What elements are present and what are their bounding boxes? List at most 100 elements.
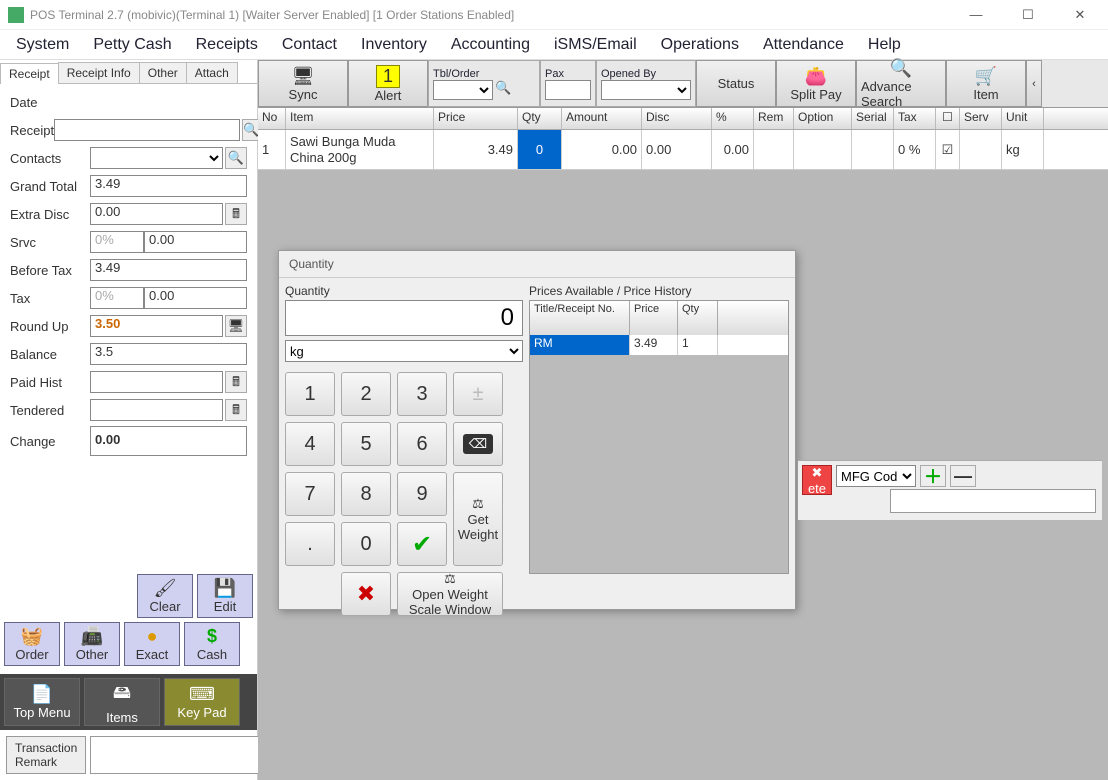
adv-search-label: Advance Search: [861, 79, 941, 109]
key-ok[interactable]: ✔: [397, 522, 447, 566]
menu-inventory[interactable]: Inventory: [361, 36, 427, 54]
menu-receipts[interactable]: Receipts: [196, 36, 258, 54]
key-backspace[interactable]: ⌫: [453, 422, 503, 466]
open-scale-button[interactable]: ⚖Open Weight Scale Window: [397, 572, 503, 616]
key-plusminus[interactable]: ±: [453, 372, 503, 416]
mfg-remove-button[interactable]: —: [950, 465, 976, 487]
status-button[interactable]: Status: [696, 60, 776, 107]
pax-input[interactable]: [545, 80, 591, 100]
col-tax[interactable]: Tax: [894, 108, 936, 129]
toolbar-expand[interactable]: ‹: [1026, 60, 1042, 107]
key-7[interactable]: 7: [285, 472, 335, 516]
key-pad-button[interactable]: ⌨Key Pad: [164, 678, 240, 726]
tab-receipt[interactable]: Receipt: [0, 63, 59, 84]
pt-cell-qty[interactable]: 1: [678, 335, 718, 355]
mfg-add-button[interactable]: ＋: [920, 465, 946, 487]
key-0[interactable]: 0: [341, 522, 391, 566]
menu-help[interactable]: Help: [868, 36, 901, 54]
menu-accounting[interactable]: Accounting: [451, 36, 530, 54]
items-button[interactable]: 🖴Items: [84, 678, 160, 726]
menu-operations[interactable]: Operations: [661, 36, 739, 54]
cell-check[interactable]: ☑: [936, 130, 960, 169]
tendered-value[interactable]: [90, 399, 223, 421]
minimize-button[interactable]: —: [956, 1, 996, 29]
tbl-search-icon[interactable]: 🔍: [495, 80, 515, 100]
col-item[interactable]: Item: [286, 108, 434, 129]
col-unit[interactable]: Unit: [1002, 108, 1044, 129]
alert-button[interactable]: 1Alert: [348, 60, 428, 107]
edit-button[interactable]: 💾Edit: [197, 574, 253, 618]
qty-dialog-title: Quantity: [279, 251, 795, 278]
pt-col-price[interactable]: Price: [630, 301, 678, 335]
calc-icon[interactable]: 🖩: [225, 203, 247, 225]
key-8[interactable]: 8: [341, 472, 391, 516]
contacts-search-icon[interactable]: 🔍: [225, 147, 247, 169]
col-rem[interactable]: Rem: [754, 108, 794, 129]
receipt-input[interactable]: [54, 119, 240, 141]
tab-other[interactable]: Other: [139, 62, 187, 83]
calc-icon-2[interactable]: 🖩: [225, 371, 247, 393]
col-check[interactable]: ☐: [936, 108, 960, 129]
key-2[interactable]: 2: [341, 372, 391, 416]
contacts-combo[interactable]: [90, 147, 223, 169]
key-cancel[interactable]: ✖: [341, 572, 391, 616]
split-pay-button[interactable]: 👛Split Pay: [776, 60, 856, 107]
opened-by-combo[interactable]: [601, 80, 691, 100]
key-5[interactable]: 5: [341, 422, 391, 466]
col-serial[interactable]: Serial: [852, 108, 894, 129]
pt-col-qty[interactable]: Qty: [678, 301, 718, 335]
key-dot[interactable]: .: [285, 522, 335, 566]
exact-button[interactable]: ●Exact: [124, 622, 180, 666]
col-no[interactable]: No: [258, 108, 286, 129]
calc-icon-3[interactable]: 🖩: [225, 399, 247, 421]
tbl-order-combo[interactable]: [433, 80, 493, 100]
mfg-code-combo[interactable]: MFG Cod: [836, 465, 916, 487]
col-option[interactable]: Option: [794, 108, 852, 129]
qty-group-label: Quantity: [285, 284, 523, 298]
maximize-button[interactable]: ☐: [1008, 1, 1048, 29]
key-6[interactable]: 6: [397, 422, 447, 466]
col-price[interactable]: Price: [434, 108, 518, 129]
item-button[interactable]: 🛒Item: [946, 60, 1026, 107]
qty-unit-combo[interactable]: kg: [285, 340, 523, 362]
col-qty[interactable]: Qty: [518, 108, 562, 129]
top-menu-button[interactable]: 📄Top Menu: [4, 678, 80, 726]
receipt-panel: Receipt Receipt Info Other Attach Date R…: [0, 60, 258, 780]
order-button[interactable]: 🧺Order: [4, 622, 60, 666]
pt-cell-price[interactable]: 3.49: [630, 335, 678, 355]
col-disc[interactable]: Disc: [642, 108, 712, 129]
close-button[interactable]: ✕: [1060, 1, 1100, 29]
col-amount[interactable]: Amount: [562, 108, 642, 129]
qty-input[interactable]: [285, 300, 523, 336]
cash-button[interactable]: $Cash: [184, 622, 240, 666]
menu-isms-email[interactable]: iSMS/Email: [554, 36, 637, 54]
key-3[interactable]: 3: [397, 372, 447, 416]
menu-petty-cash[interactable]: Petty Cash: [93, 36, 171, 54]
transaction-remark-button[interactable]: Transaction Remark: [6, 736, 86, 774]
cell-serv: [960, 130, 1002, 169]
key-4[interactable]: 4: [285, 422, 335, 466]
key-1[interactable]: 1: [285, 372, 335, 416]
cell-qty[interactable]: 0: [518, 130, 562, 169]
pt-col-title[interactable]: Title/Receipt No.: [530, 301, 630, 335]
col-serv[interactable]: Serv: [960, 108, 1002, 129]
pt-cell-title[interactable]: RM: [530, 335, 630, 355]
sync-button[interactable]: 🖥Sync: [258, 60, 348, 107]
display-icon[interactable]: 🖥: [225, 315, 247, 337]
tab-attach[interactable]: Attach: [186, 62, 238, 83]
get-weight-button[interactable]: ⚖Get Weight: [453, 472, 503, 566]
menu-attendance[interactable]: Attendance: [763, 36, 844, 54]
advance-search-button[interactable]: 🔍Advance Search: [856, 60, 946, 107]
menu-contact[interactable]: Contact: [282, 36, 337, 54]
menu-system[interactable]: System: [16, 36, 69, 54]
key-9[interactable]: 9: [397, 472, 447, 516]
tab-receipt-info[interactable]: Receipt Info: [58, 62, 140, 83]
other-button[interactable]: 📠Other: [64, 622, 120, 666]
grid-row[interactable]: 1 Sawi Bunga Muda China 200g 3.49 0 0.00…: [258, 130, 1108, 170]
extra-disc-value[interactable]: 0.00: [90, 203, 223, 225]
col-pct[interactable]: %: [712, 108, 754, 129]
delete-button[interactable]: ✖ete: [802, 465, 832, 495]
transaction-remark-input[interactable]: [90, 736, 268, 774]
clear-button[interactable]: 🖌Clear: [137, 574, 193, 618]
mfg-input[interactable]: [890, 489, 1096, 513]
